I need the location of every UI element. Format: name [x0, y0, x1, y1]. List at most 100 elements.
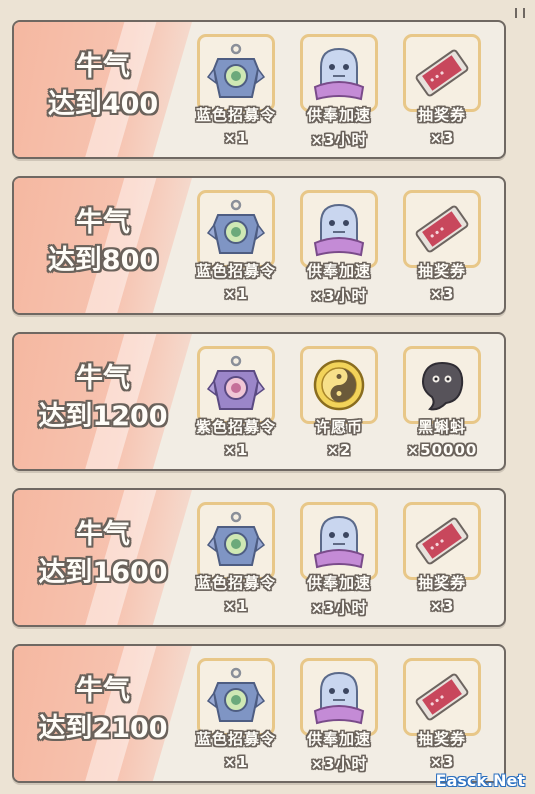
goal-threshold: 达到800 — [47, 245, 159, 276]
reward-quantity: ×3小时 — [310, 131, 368, 149]
milestone-panel: 牛气 达到1600 蓝色招募令 ×1 供奉加速 ×3小时 抽奖券 ×3 — [12, 488, 506, 627]
watermark: Easck.Net — [435, 771, 525, 790]
reward-name: 蓝色招募令 — [195, 574, 276, 592]
reward-slot[interactable] — [300, 190, 378, 268]
reward-quantity: ×3 — [429, 129, 455, 147]
reward-name: 紫色招募令 — [195, 418, 276, 436]
reward-name: 抽奖券 — [417, 106, 466, 124]
reward-item[interactable]: 蓝色招募令 ×1 — [186, 190, 286, 308]
reward-item[interactable]: 许愿币 ×2 — [289, 346, 389, 464]
milestone-goal: 牛气 达到1200 — [28, 360, 178, 436]
blue-recruit-token-icon — [206, 43, 266, 98]
reward-slot[interactable] — [197, 190, 275, 268]
reward-slot[interactable] — [197, 658, 275, 736]
reward-quantity: ×1 — [223, 753, 249, 771]
goal-title: 牛气 — [76, 51, 130, 82]
wish-coin-icon — [313, 359, 365, 411]
milestone-panel: 牛气 达到2100 蓝色招募令 ×1 供奉加速 ×3小时 抽奖券 ×3 — [12, 644, 506, 783]
scroll-handle[interactable] — [515, 8, 525, 18]
reward-slot[interactable] — [300, 346, 378, 424]
reward-name: 蓝色招募令 — [195, 730, 276, 748]
reward-row: 紫色招募令 ×1 许愿币 ×2 黑蝌蚪 ×50000 — [186, 346, 496, 464]
reward-slot[interactable] — [197, 346, 275, 424]
reward-name: 供奉加速 — [306, 262, 371, 280]
reward-item[interactable]: 黑蝌蚪 ×50000 — [392, 346, 492, 464]
goal-threshold: 达到400 — [47, 89, 159, 120]
goal-title: 牛气 — [76, 363, 130, 394]
reward-quantity: ×3小时 — [310, 755, 368, 773]
reward-item[interactable]: 供奉加速 ×3小时 — [289, 34, 389, 152]
reward-name: 抽奖券 — [417, 262, 466, 280]
purple-recruit-token-icon — [206, 355, 266, 410]
ghost-speedup-icon — [313, 203, 365, 257]
reward-name: 黑蝌蚪 — [417, 418, 466, 436]
reward-name: 抽奖券 — [417, 730, 466, 748]
milestone-panel: 牛气 达到1200 紫色招募令 ×1 许愿币 ×2 黑蝌蚪 ×50000 — [12, 332, 506, 471]
milestone-goal: 牛气 达到400 — [28, 48, 178, 124]
reward-name: 供奉加速 — [306, 574, 371, 592]
ghost-speedup-icon — [313, 671, 365, 725]
reward-slot[interactable] — [403, 502, 481, 580]
goal-title: 牛气 — [76, 207, 130, 238]
milestone-goal: 牛气 达到1600 — [28, 516, 178, 592]
milestone-panel: 牛气 达到800 蓝色招募令 ×1 供奉加速 ×3小时 抽奖券 ×3 — [12, 176, 506, 315]
milestone-goal: 牛气 达到800 — [28, 204, 178, 280]
reward-item[interactable]: 蓝色招募令 ×1 — [186, 658, 286, 776]
reward-quantity: ×1 — [223, 441, 249, 459]
reward-slot[interactable] — [197, 34, 275, 112]
lottery-ticket-icon — [415, 49, 469, 97]
lottery-ticket-icon — [415, 517, 469, 565]
goal-threshold: 达到1200 — [38, 401, 168, 432]
reward-row: 蓝色招募令 ×1 供奉加速 ×3小时 抽奖券 ×3 — [186, 190, 496, 308]
reward-name: 供奉加速 — [306, 730, 371, 748]
blue-recruit-token-icon — [206, 199, 266, 254]
goal-title: 牛气 — [76, 675, 130, 706]
reward-row: 蓝色招募令 ×1 供奉加速 ×3小时 抽奖券 ×3 — [186, 502, 496, 620]
reward-name: 抽奖券 — [417, 574, 466, 592]
reward-slot[interactable] — [403, 34, 481, 112]
black-tadpole-icon — [422, 361, 464, 411]
reward-quantity: ×1 — [223, 597, 249, 615]
reward-quantity: ×3小时 — [310, 599, 368, 617]
reward-quantity: ×3 — [429, 597, 455, 615]
reward-item[interactable]: 供奉加速 ×3小时 — [289, 190, 389, 308]
reward-item[interactable]: 蓝色招募令 ×1 — [186, 502, 286, 620]
reward-quantity: ×1 — [223, 129, 249, 147]
goal-threshold: 达到1600 — [38, 557, 168, 588]
milestone-panel: 牛气 达到400 蓝色招募令 ×1 供奉加速 ×3小时 抽奖券 ×3 — [12, 20, 506, 159]
reward-item[interactable]: 蓝色招募令 ×1 — [186, 34, 286, 152]
goal-threshold: 达到2100 — [38, 713, 168, 744]
reward-name: 蓝色招募令 — [195, 262, 276, 280]
reward-item[interactable]: 紫色招募令 ×1 — [186, 346, 286, 464]
reward-name: 供奉加速 — [306, 106, 371, 124]
lottery-ticket-icon — [415, 205, 469, 253]
reward-item[interactable]: 抽奖券 ×3 — [392, 502, 492, 620]
reward-slot[interactable] — [300, 658, 378, 736]
reward-name: 许愿币 — [314, 418, 363, 436]
reward-quantity: ×3 — [429, 753, 455, 771]
blue-recruit-token-icon — [206, 511, 266, 566]
reward-slot[interactable] — [403, 658, 481, 736]
blue-recruit-token-icon — [206, 667, 266, 722]
reward-item[interactable]: 供奉加速 ×3小时 — [289, 658, 389, 776]
reward-row: 蓝色招募令 ×1 供奉加速 ×3小时 抽奖券 ×3 — [186, 34, 496, 152]
reward-item[interactable]: 抽奖券 ×3 — [392, 34, 492, 152]
reward-name: 蓝色招募令 — [195, 106, 276, 124]
milestone-reward-list: 牛气 达到400 蓝色招募令 ×1 供奉加速 ×3小时 抽奖券 ×3 牛气 达到… — [0, 0, 535, 794]
lottery-ticket-icon — [415, 673, 469, 721]
ghost-speedup-icon — [313, 515, 365, 569]
reward-item[interactable]: 抽奖券 ×3 — [392, 190, 492, 308]
reward-slot[interactable] — [403, 190, 481, 268]
reward-item[interactable]: 抽奖券 ×3 — [392, 658, 492, 776]
goal-title: 牛气 — [76, 519, 130, 550]
reward-quantity: ×2 — [326, 441, 352, 459]
ghost-speedup-icon — [313, 47, 365, 101]
reward-quantity: ×3 — [429, 285, 455, 303]
milestone-goal: 牛气 达到2100 — [28, 672, 178, 748]
reward-row: 蓝色招募令 ×1 供奉加速 ×3小时 抽奖券 ×3 — [186, 658, 496, 776]
reward-slot[interactable] — [197, 502, 275, 580]
reward-item[interactable]: 供奉加速 ×3小时 — [289, 502, 389, 620]
reward-slot[interactable] — [300, 502, 378, 580]
reward-slot[interactable] — [403, 346, 481, 424]
reward-slot[interactable] — [300, 34, 378, 112]
